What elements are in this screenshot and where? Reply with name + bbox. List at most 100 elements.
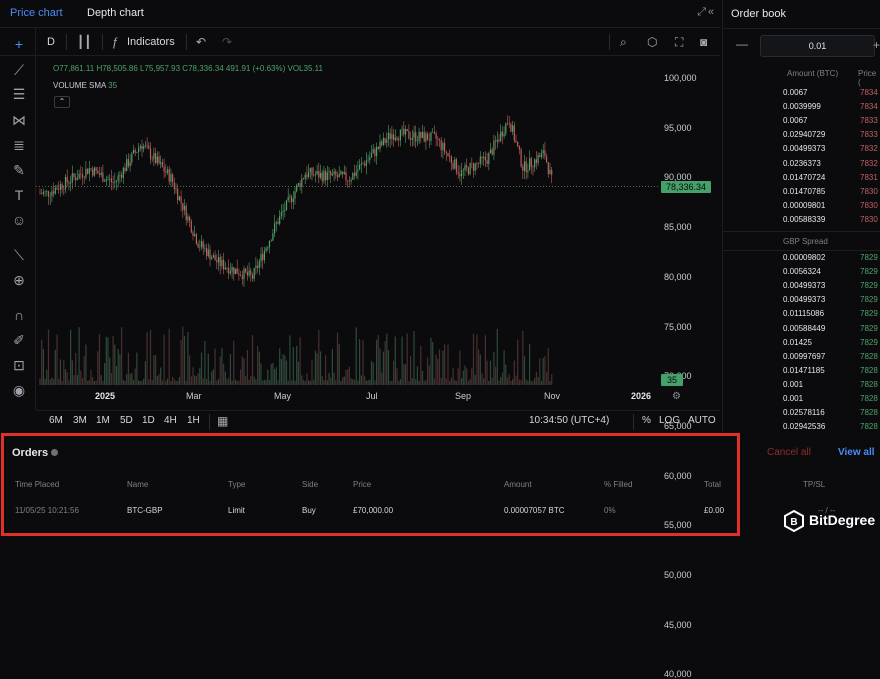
price-chart[interactable] [36,62,660,388]
orderbook-row[interactable]: 0.001 7828 [722,379,880,392]
candle [255,256,257,275]
emoji-icon[interactable]: ☺ [10,212,28,228]
candle [518,145,520,155]
orderbook-row[interactable]: 0.001 7828 [722,393,880,406]
collapse-panel-icon[interactable]: « [708,6,714,18]
candle [207,243,209,258]
candle [408,124,410,140]
text-icon[interactable]: T [10,187,28,203]
auto-toggle[interactable]: AUTO [688,415,716,426]
candle [296,183,298,193]
percent-toggle[interactable]: % [642,415,651,426]
zoom-in-icon[interactable]: ⊕ [10,272,28,289]
volume-bar [146,332,148,385]
orderbook-row[interactable]: 0.00009801 7830 [722,200,880,213]
horizontal-lines-icon[interactable]: ☰ [10,86,28,103]
order-time: 11/05/25 10:21:56 [15,506,79,515]
undo-icon[interactable]: ↶ [196,35,206,49]
orderbook-row[interactable]: 0.00009802 7829 [722,252,880,265]
orderbook-row[interactable]: 0.0056324 7829 [722,266,880,279]
interval-selector[interactable]: D [47,36,55,48]
crosshair-icon[interactable]: + [10,36,28,52]
candle [336,171,339,182]
candle [124,163,126,174]
volume-bar [206,378,208,385]
orderbook-row[interactable]: 0.00588449 7829 [722,323,880,336]
candle [459,165,461,182]
lock-drawing-icon[interactable]: ✐ [10,332,28,349]
info-icon[interactable] [51,449,58,456]
indicators-button[interactable]: Indicators [127,36,175,48]
orderbook-row[interactable]: 0.02578116 7828 [722,407,880,420]
eye-icon[interactable]: ◉ [10,382,28,399]
range-button-5d[interactable]: 5D [120,415,133,426]
volume-bar [393,360,395,385]
time-tick-label: 2026 [631,391,652,401]
orderbook-row[interactable]: 0.02940729 7833 [722,129,880,142]
orderbook-row[interactable]: 0.01471185 7828 [722,365,880,378]
view-all-button[interactable]: View all [838,447,875,458]
range-button-1d[interactable]: 1D [142,415,155,426]
fullscreen-icon[interactable]: ⛶ [675,35,683,50]
pattern-icon[interactable]: ⋈ [10,112,28,129]
axis-settings-icon[interactable]: ⚙ [672,391,681,402]
candle [98,166,101,178]
candle [481,156,483,165]
orderbook-row[interactable]: 0.01115086 7829 [722,308,880,321]
zoom-search-icon[interactable]: ⌕ [620,35,627,50]
camera-icon[interactable]: ◙ [700,35,707,49]
candle [277,217,279,225]
range-button-3m[interactable]: 3M [73,415,87,426]
volume-bar [204,340,206,385]
volume-bar [178,376,180,385]
trendline-icon[interactable]: ⟋ [10,62,28,79]
orderbook-row[interactable]: 0.02942536 7828 [722,421,880,434]
lock-icon[interactable]: ⊡ [10,357,28,374]
orderbook-row[interactable]: 0.01470785 7830 [722,186,880,199]
tick-size-select[interactable]: 0.01 [760,35,875,57]
candle [206,243,208,260]
volume-bar [311,360,313,385]
orderbook-row[interactable]: 0.00588339 7830 [722,214,880,227]
orderbook-amount: 0.02942536 [783,422,826,432]
range-button-1h[interactable]: 1H [187,415,200,426]
indicators-icon[interactable]: ƒ [112,35,119,49]
fib-icon[interactable]: ≣ [10,137,28,154]
orderbook-row[interactable]: 0.0039999 7834 [722,101,880,114]
cancel-all-button[interactable]: Cancel all [767,447,811,458]
volume-bar [440,377,442,385]
tab-depth-chart[interactable]: Depth chart [87,7,144,19]
candle [105,175,107,187]
date-range-icon[interactable]: ▦ [217,414,228,428]
candle [129,154,131,172]
orderbook-row[interactable]: 0.0067 7834 [722,87,880,100]
volume-bar [549,380,551,385]
brush-icon[interactable]: ✎ [10,162,28,179]
candle [455,157,458,176]
ruler-icon[interactable]: ⟍ [10,247,28,264]
increase-tick-button[interactable]: + [873,38,880,52]
tab-price-chart[interactable]: Price chart [10,7,63,19]
candle-type-icon[interactable]: ┃┃ [77,35,91,49]
log-toggle[interactable]: LOG [659,415,680,426]
orderbook-row[interactable]: 0.00499373 7829 [722,280,880,293]
range-button-1m[interactable]: 1M [96,415,110,426]
magnet-icon[interactable]: ∩ [10,307,28,323]
orderbook-row[interactable]: 0.0236373 7832 [722,158,880,171]
candle [505,122,507,137]
orderbook-row[interactable]: 0.00997697 7828 [722,351,880,364]
volume-bar [250,375,252,385]
volume-bar [493,351,495,385]
orderbook-row[interactable]: 0.00499373 7832 [722,143,880,156]
orderbook-row[interactable]: 0.01425 7829 [722,337,880,350]
orderbook-row[interactable]: 0.01470724 7831 [722,172,880,185]
decrease-tick-button[interactable]: — [732,37,752,55]
orderbook-row[interactable]: 0.00499373 7829 [722,294,880,307]
orderbook-row[interactable]: 0.0067 7833 [722,115,880,128]
range-button-4h[interactable]: 4H [164,415,177,426]
settings-icon[interactable]: ⬡ [647,35,657,49]
range-button-6m[interactable]: 6M [49,415,63,426]
expand-icon[interactable]: ⤢ [697,6,706,19]
volume-bar [539,358,541,385]
redo-icon[interactable]: ↷ [222,35,232,49]
